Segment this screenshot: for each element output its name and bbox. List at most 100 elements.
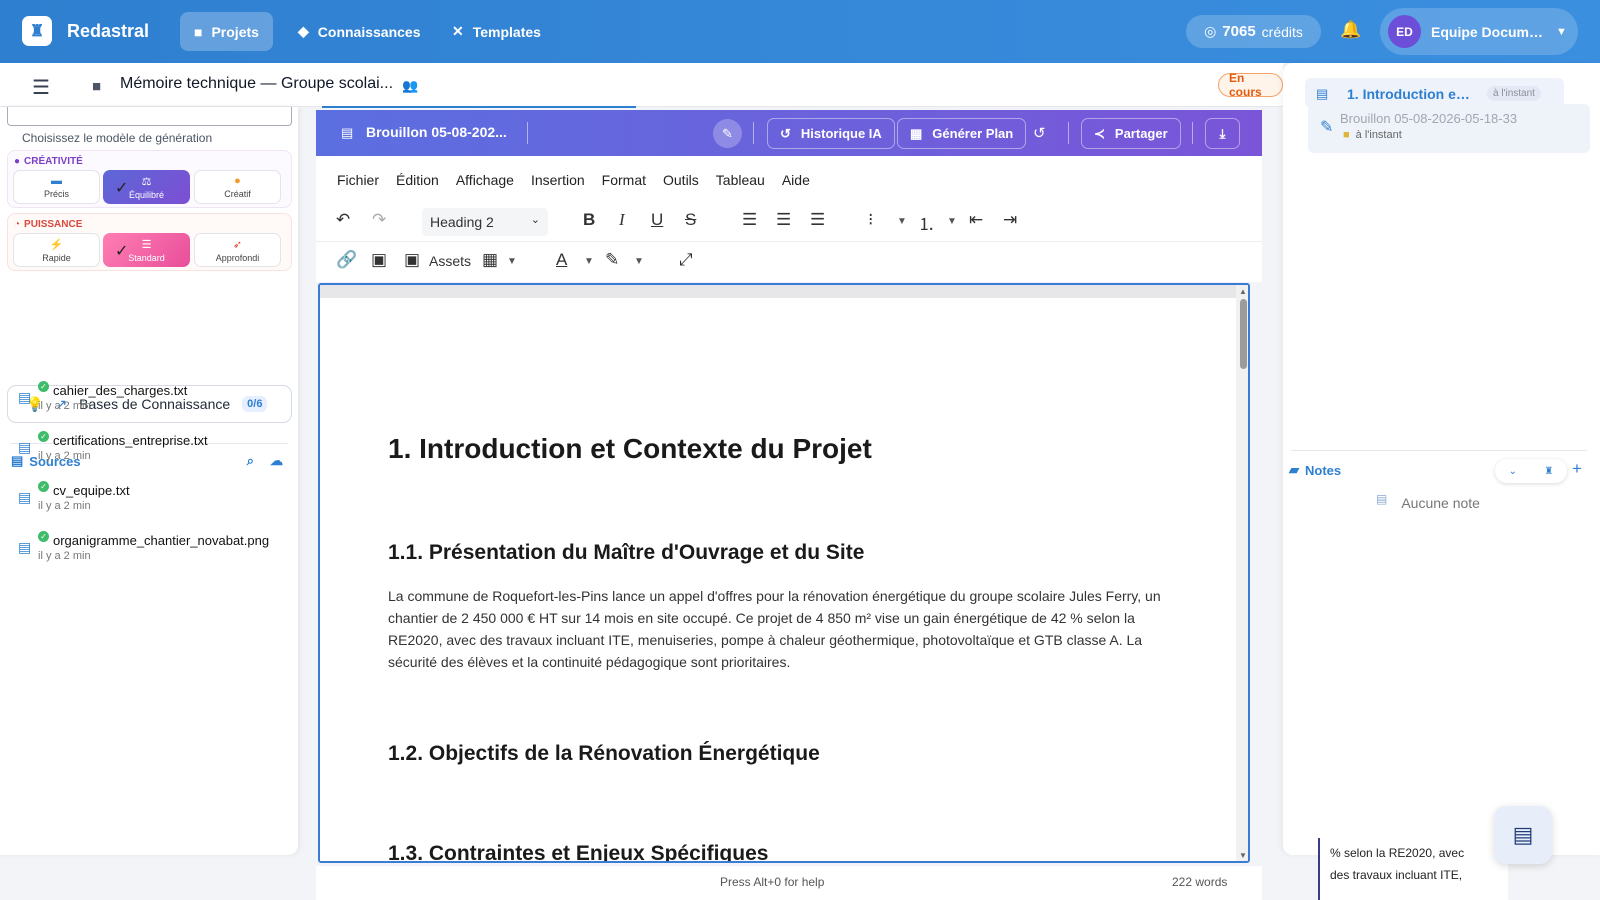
robot-icon[interactable]: ♜ — [1544, 466, 1553, 477]
option-approfondi[interactable]: ➶ Approfondi — [194, 233, 281, 267]
link-icon[interactable]: 🔗 — [336, 250, 357, 270]
project-header-bar: ☰ ■ Mémoire technique — Groupe scolai...… — [0, 63, 1283, 107]
menu-edition[interactable]: Édition — [396, 172, 439, 188]
bold-icon[interactable]: B — [583, 210, 595, 230]
chevron-down-icon[interactable]: ▼ — [947, 216, 957, 227]
chevron-down-icon[interactable]: ⌄ — [1509, 466, 1517, 477]
option-precis[interactable]: ▬ Précis — [13, 170, 100, 204]
menu-format[interactable]: Format — [602, 172, 646, 188]
word-count[interactable]: 222 words — [1172, 875, 1227, 889]
source-item[interactable]: ▤ ✓ cv_equipe.txt il y a 2 min — [18, 481, 288, 521]
nav-tab-label: Connaissances — [317, 23, 421, 40]
scrollbar[interactable]: ▲ ▼ — [1236, 285, 1248, 861]
chevron-down-icon[interactable]: ▼ — [584, 256, 594, 267]
align-left-icon[interactable]: ☰ — [742, 210, 757, 230]
collaborators-icon[interactable]: 👥 — [402, 78, 418, 94]
app-logo-icon[interactable]: ♜ — [22, 16, 52, 46]
app-brand[interactable]: Redastral — [67, 21, 149, 42]
source-item[interactable]: ▤ ✓ cahier_des_charges.txt il y a 2 min — [18, 381, 288, 421]
align-center-icon[interactable]: ☰ — [776, 210, 791, 230]
assets-label[interactable]: Assets — [429, 253, 471, 269]
credits-badge[interactable]: ◎ 7065 crédits — [1186, 15, 1321, 48]
palette-icon: ● — [234, 175, 241, 187]
source-item[interactable]: ▤ ✓ organigramme_chantier_novabat.png il… — [18, 531, 288, 571]
outline-item-label: 1. Introduction et ... — [1347, 86, 1473, 102]
align-right-icon[interactable]: ☰ — [810, 210, 825, 230]
option-creatif[interactable]: ● Créatif — [194, 170, 281, 204]
nav-tab-connaissances[interactable]: ◆ Connaissances — [284, 12, 435, 51]
highlight-icon[interactable]: ✎ — [605, 250, 619, 270]
chevron-down-icon[interactable]: ▼ — [897, 216, 907, 227]
menu-aide[interactable]: Aide — [782, 172, 810, 188]
document-area[interactable]: 1. Introduction et Contexte du Projet 1.… — [318, 283, 1250, 863]
italic-icon[interactable]: I — [619, 210, 625, 230]
ai-history-button[interactable]: ↺ Historique IA — [767, 118, 895, 149]
menu-outils[interactable]: Outils — [663, 172, 699, 188]
numbered-list-icon[interactable]: ⒈ — [918, 210, 935, 235]
nav-tab-projets[interactable]: ■ Projets — [180, 12, 273, 51]
source-item[interactable]: ▤ ✓ certifications_entreprise.txt il y a… — [18, 431, 288, 471]
scroll-up-icon[interactable]: ▲ — [1239, 287, 1247, 296]
indent-icon[interactable]: ⇥ — [1003, 210, 1017, 230]
notes-tools[interactable]: ⌄ ♜ — [1495, 459, 1567, 483]
chevron-down-icon[interactable]: ▼ — [634, 256, 644, 267]
palette-icon: ● — [14, 156, 21, 167]
menu-fichier[interactable]: Fichier — [337, 172, 379, 188]
model-select[interactable] — [7, 107, 292, 126]
redo-icon[interactable]: ↷ — [372, 210, 386, 230]
download-icon: ⤓ — [1219, 125, 1226, 141]
empty-notes: ▤ Aucune note — [1376, 492, 1480, 511]
chevron-down-icon[interactable]: ▼ — [507, 256, 517, 267]
add-note-icon[interactable]: + — [1572, 459, 1582, 479]
bullet-list-icon[interactable]: ⁝ — [868, 210, 873, 230]
source-name: cv_equipe.txt — [53, 483, 130, 498]
bell-icon[interactable]: 🔔 — [1340, 20, 1361, 40]
undo-icon[interactable]: ↶ — [336, 210, 350, 230]
strikethrough-icon[interactable]: S — [685, 210, 696, 230]
generate-plan-button[interactable]: ▦ Générer Plan — [897, 118, 1027, 149]
download-button[interactable]: ⤓ — [1205, 118, 1240, 149]
help-hint: Press Alt+0 for help — [720, 875, 825, 889]
source-time: il y a 2 min — [38, 550, 91, 562]
option-equilibre[interactable]: ✓ ⚖ Équilibré — [103, 170, 190, 204]
credits-amount: 7065 — [1222, 23, 1256, 40]
check-icon: ✓ — [115, 180, 129, 197]
share-button[interactable]: ≺ Partager — [1081, 118, 1181, 149]
underline-icon[interactable]: U — [651, 210, 663, 230]
sliders-icon: ☰ — [141, 238, 152, 251]
edit-pencil-icon[interactable]: ✎ — [713, 119, 742, 148]
source-name: certifications_entreprise.txt — [53, 433, 208, 448]
chat-icon[interactable]: ▤ — [1494, 806, 1552, 864]
menu-tableau[interactable]: Tableau — [716, 172, 765, 188]
version-item[interactable]: ✎ Brouillon 05-08-2026-05-18-33 ■ à l'ins… — [1308, 104, 1590, 153]
nav-tab-templates[interactable]: ✕ Templates — [438, 12, 555, 51]
table-icon[interactable]: ▦ — [482, 250, 498, 270]
scrollbar-thumb[interactable] — [1240, 299, 1247, 369]
fullscreen-icon[interactable]: ⤢ — [679, 250, 693, 270]
document-page[interactable]: 1. Introduction et Contexte du Projet 1.… — [320, 298, 1234, 861]
outline-item-time: à l'instant — [1487, 86, 1541, 101]
folder-icon: ■ — [92, 78, 102, 95]
option-rapide[interactable]: ⚡ Rapide — [13, 233, 100, 267]
outdent-icon[interactable]: ⇤ — [969, 210, 983, 230]
assets-icon[interactable]: ▣ — [404, 250, 420, 270]
menu-affichage[interactable]: Affichage — [456, 172, 514, 188]
divider — [753, 122, 754, 144]
option-standard[interactable]: ✓ ☰ Standard — [103, 233, 190, 267]
menu-icon[interactable]: ☰ — [32, 75, 50, 100]
editor: ▤ Brouillon 05-08-202... ✎ ↺ Historique … — [316, 110, 1262, 900]
creativity-title: ● CRÉATIVITÉ — [14, 156, 83, 167]
user-menu[interactable]: ED Equipe Documen... ▼ — [1380, 8, 1578, 55]
top-navigation-bar: ♜ Redastral ■ Projets ◆ Connaissances ✕ … — [0, 0, 1600, 63]
restore-history-icon[interactable]: ↺ — [1033, 124, 1046, 142]
text-color-icon[interactable]: A — [556, 250, 567, 270]
folder-icon: ■ — [1343, 129, 1350, 141]
file-icon: ▤ — [18, 489, 32, 505]
block-format-select[interactable]: Heading 2 ⌄ — [422, 208, 548, 236]
image-icon[interactable]: ▣ — [371, 250, 387, 270]
scroll-down-icon[interactable]: ▼ — [1239, 851, 1247, 860]
document-icon: ▤ — [1316, 86, 1329, 101]
draft-name[interactable]: Brouillon 05-08-202... — [366, 124, 507, 140]
right-sidebar: ▤ 1. Introduction et ... à l'instant ✎ B… — [1283, 63, 1600, 855]
menu-insertion[interactable]: Insertion — [531, 172, 585, 188]
